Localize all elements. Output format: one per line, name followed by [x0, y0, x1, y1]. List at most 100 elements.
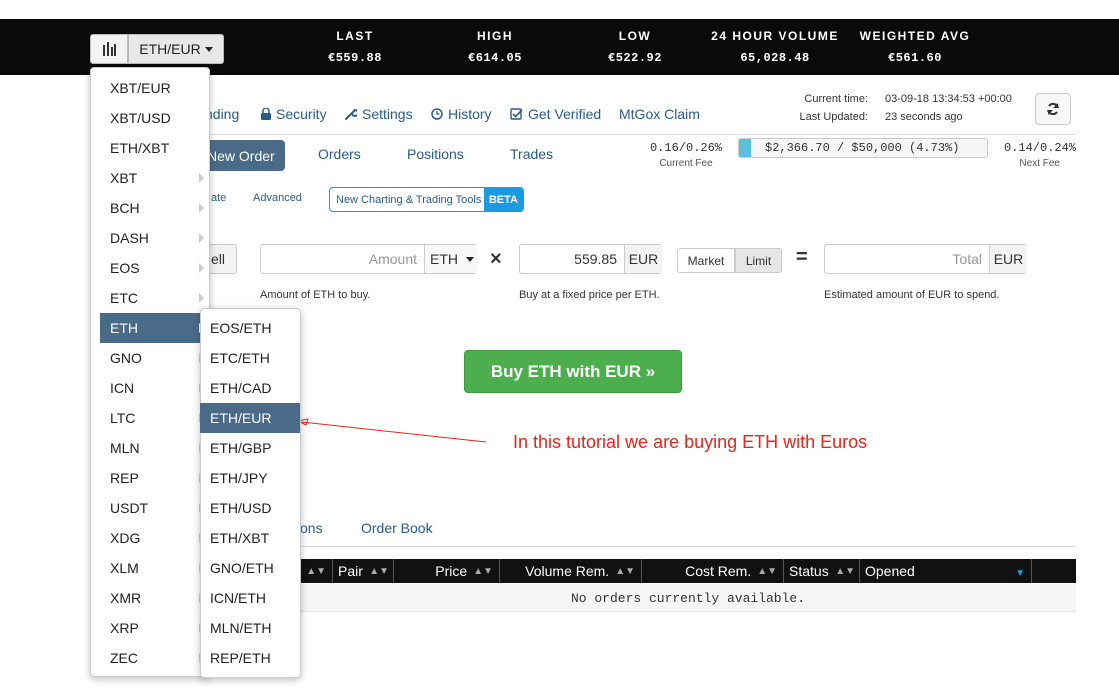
- tab-positions-bottom[interactable]: ons: [300, 520, 323, 536]
- eth-submenu-item[interactable]: ETH/EUR: [200, 403, 300, 433]
- sell-button-label: ell: [211, 251, 226, 267]
- pair-menu-item[interactable]: ETH/XBT: [100, 133, 204, 163]
- stat-label: WEIGHTED AVG: [859, 29, 971, 43]
- sort-arrows-icon: ▲▼: [615, 565, 635, 577]
- tab-positions[interactable]: Positions: [407, 146, 464, 162]
- next-fee-value: 0.14/0.24%: [1003, 141, 1076, 155]
- chart-toggle-button[interactable]: [90, 34, 128, 64]
- pair-menu-item[interactable]: XBT/USD: [100, 103, 204, 133]
- amount-help-text: Amount of ETH to buy.: [260, 289, 371, 301]
- eth-submenu-item-label: ETH/USD: [210, 500, 272, 516]
- eth-submenu-item[interactable]: ETH/CAD: [200, 373, 300, 403]
- eth-submenu-item[interactable]: MLN/ETH: [200, 613, 300, 643]
- clock-icon: [431, 108, 443, 120]
- buy-button[interactable]: Buy ETH with EUR »: [464, 350, 682, 393]
- nav-mtgox-claim[interactable]: MtGox Claim: [619, 106, 700, 122]
- pair-menu-item-label: ZEC: [110, 650, 138, 666]
- refresh-button[interactable]: [1035, 93, 1071, 125]
- eth-submenu-item-label: ETH/EUR: [210, 410, 272, 426]
- total-placeholder: Total: [952, 251, 982, 267]
- pair-menu-item[interactable]: REP: [100, 463, 204, 493]
- stat-value: €522.92: [608, 51, 662, 65]
- column-header-status[interactable]: Status ▲▼: [783, 559, 859, 583]
- nav-get-verified[interactable]: Get Verified: [510, 106, 601, 122]
- charting-tools-button[interactable]: New Charting & Trading Tools BETA: [329, 187, 524, 212]
- order-type-advanced[interactable]: Advanced: [253, 192, 302, 204]
- eth-submenu-item[interactable]: EOS/ETH: [200, 313, 300, 343]
- pair-menu-item[interactable]: XMR: [100, 583, 204, 613]
- pair-menu-item-label: ETH/XBT: [110, 140, 170, 156]
- pair-menu-item[interactable]: ICN: [100, 373, 204, 403]
- eth-submenu-item[interactable]: ICN/ETH: [200, 583, 300, 613]
- stat-label: HIGH: [477, 29, 513, 43]
- limit-toggle[interactable]: Limit: [735, 248, 782, 273]
- pair-menu-item[interactable]: BCH: [100, 193, 204, 223]
- pair-menu-item[interactable]: ETC: [100, 283, 204, 313]
- pair-select-button[interactable]: ETH/EUR: [128, 34, 224, 64]
- column-header-pair[interactable]: Pair ▲▼: [332, 559, 393, 583]
- eth-submenu-item[interactable]: REP/ETH: [200, 643, 300, 673]
- amount-field[interactable]: Amount ETH: [260, 244, 477, 274]
- eth-submenu-item[interactable]: ETH/USD: [200, 493, 300, 523]
- column-header-volume-rem[interactable]: Volume Rem. ▲▼: [499, 559, 641, 583]
- divider: [205, 134, 1076, 135]
- pair-menu-item-label: GNO: [110, 350, 142, 366]
- volume-progress-fill: [739, 139, 751, 157]
- column-header-price[interactable]: Price ▲▼: [393, 559, 499, 583]
- pair-menu-item-label: DASH: [110, 230, 149, 246]
- sort-desc-icon: ▼: [1015, 567, 1025, 579]
- pair-menu-item[interactable]: ZEC: [100, 643, 204, 673]
- nav-history-label: History: [448, 106, 492, 122]
- nav-settings[interactable]: Settings: [344, 106, 413, 122]
- tab-new-order[interactable]: New Order: [200, 140, 285, 171]
- amount-currency-select[interactable]: ETH: [424, 245, 477, 273]
- pair-menu-item-label: XRP: [110, 620, 139, 636]
- column-header-label: Pair: [338, 563, 363, 579]
- tab-orders[interactable]: Orders: [318, 146, 361, 162]
- pair-menu-item[interactable]: EOS: [100, 253, 204, 283]
- pair-menu-item-label: XDG: [110, 530, 141, 546]
- market-toggle[interactable]: Market: [677, 248, 735, 273]
- eth-submenu-item[interactable]: ETH/GBP: [200, 433, 300, 463]
- pair-menu-item[interactable]: LTC: [100, 403, 204, 433]
- stat-last: LAST €559.88: [280, 29, 430, 65]
- pair-menu-item[interactable]: DASH: [100, 223, 204, 253]
- tab-trades[interactable]: Trades: [510, 146, 553, 162]
- nav-get-verified-label: Get Verified: [528, 106, 602, 122]
- pair-menu-item[interactable]: MLN: [100, 433, 204, 463]
- eth-submenu-item[interactable]: GNO/ETH: [200, 553, 300, 583]
- eth-submenu-item[interactable]: ETC/ETH: [200, 343, 300, 373]
- column-header-opened[interactable]: Opened ▼: [859, 559, 1031, 583]
- pair-menu-item[interactable]: XRP: [100, 613, 204, 643]
- pair-menu-item[interactable]: XBT/EUR: [100, 73, 204, 103]
- tab-order-book[interactable]: Order Book: [361, 520, 433, 536]
- column-header-cost-rem[interactable]: Cost Rem. ▲▼: [641, 559, 783, 583]
- nav-history[interactable]: History: [431, 106, 492, 122]
- pair-menu-item[interactable]: XDG: [100, 523, 204, 553]
- sort-icon[interactable]: ▲▼: [300, 559, 332, 583]
- order-type-simple[interactable]: ate: [211, 192, 226, 204]
- pair-menu-item[interactable]: USDT: [100, 493, 204, 523]
- eth-submenu-item[interactable]: ETH/XBT: [200, 523, 300, 553]
- pair-menu-item[interactable]: ETH: [100, 313, 204, 343]
- eth-submenu-item-label: EOS/ETH: [210, 320, 272, 336]
- charting-tools-label: New Charting & Trading Tools: [336, 193, 482, 206]
- pair-menu-item[interactable]: XLM: [100, 553, 204, 583]
- pair-menu-item-label: XBT/EUR: [110, 80, 171, 96]
- column-header-label: Opened: [865, 563, 915, 579]
- beta-badge: BETA: [483, 188, 523, 211]
- pair-menu-item-label: XMR: [110, 590, 142, 606]
- divider: [290, 546, 1076, 547]
- price-field[interactable]: 559.85 EUR: [519, 244, 662, 274]
- current-fee-label: Current Fee: [659, 158, 713, 169]
- chevron-right-icon: [199, 293, 204, 303]
- amount-placeholder: Amount: [368, 251, 417, 267]
- pair-menu-item-label: EOS: [110, 260, 140, 276]
- eth-submenu-item[interactable]: ETH/JPY: [200, 463, 300, 493]
- pair-menu-item[interactable]: XBT: [100, 163, 204, 193]
- nav-funding[interactable]: nding: [205, 106, 239, 122]
- total-field[interactable]: Total EUR: [824, 244, 1027, 274]
- nav-security[interactable]: Security: [261, 106, 327, 122]
- pair-menu-item[interactable]: GNO: [100, 343, 204, 373]
- amount-currency-label: ETH: [430, 251, 458, 267]
